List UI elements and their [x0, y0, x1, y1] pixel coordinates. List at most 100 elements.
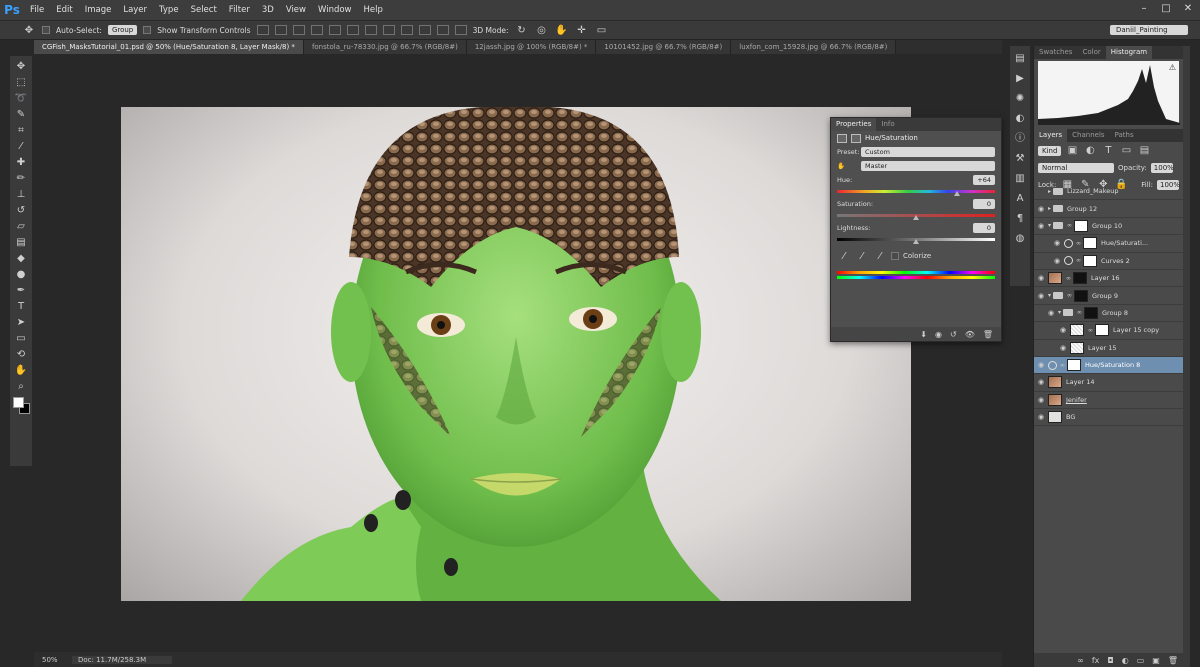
align-middle-icon[interactable]	[274, 25, 287, 35]
layer-row[interactable]: ◉ ∞ Layer 15 copy	[1034, 322, 1184, 340]
gradient-tool-icon[interactable]: ▤	[14, 236, 28, 249]
mask-thumbnail[interactable]	[1074, 289, 1089, 302]
layer-thumbnail[interactable]	[1070, 324, 1084, 337]
eye-icon[interactable]: ◉	[1034, 361, 1048, 369]
auto-select-checkbox[interactable]	[42, 26, 50, 34]
layer-thumbnail[interactable]	[1070, 341, 1084, 354]
filter-smart-icon[interactable]: ▤	[1137, 144, 1151, 157]
clone-stamp-tool-icon[interactable]: ⊥	[14, 188, 28, 201]
doc-size[interactable]: Doc: 11.7M/258.3M	[72, 655, 172, 664]
eye-icon[interactable]: ◉	[1034, 274, 1048, 282]
menu-type[interactable]: Type	[153, 5, 185, 15]
workspace-switcher[interactable]: Daniil_Painting	[1110, 25, 1188, 35]
document-canvas[interactable]	[121, 107, 911, 601]
menu-view[interactable]: View	[280, 5, 312, 15]
adjustments-panel-icon[interactable]: ◐	[1013, 112, 1027, 125]
layer-row[interactable]: ◉ ▾ ∞ Group 8	[1034, 305, 1184, 323]
eyedropper-add-icon[interactable]: ⁄	[855, 250, 869, 263]
panel-scrollbar[interactable]	[1183, 46, 1190, 667]
auto-align-icon[interactable]	[454, 25, 467, 35]
distribute-top-icon[interactable]	[364, 25, 377, 35]
filter-shape-icon[interactable]: ▭	[1119, 144, 1133, 157]
clip-to-layer-icon[interactable]: ⬇	[920, 330, 927, 339]
tab-document[interactable]: 12jassh.jpg @ 100% (RGB/8#) *	[466, 40, 597, 54]
marquee-tool-icon[interactable]: ⬚	[14, 76, 28, 89]
expand-arrow-icon[interactable]: ▸	[1048, 188, 1051, 195]
mask-thumbnail[interactable]	[1095, 324, 1109, 337]
tab-swatches[interactable]: Swatches	[1034, 46, 1077, 59]
actions-panel-icon[interactable]: ▶	[1013, 72, 1027, 85]
zoom-tool-icon[interactable]: ⌕	[14, 380, 28, 393]
3d-rotate-icon[interactable]: ↻	[515, 24, 529, 37]
align-left-icon[interactable]	[310, 25, 323, 35]
brush-presets-icon[interactable]: ✺	[1013, 92, 1027, 105]
paragraph-panel-icon[interactable]: ¶	[1013, 212, 1027, 225]
menu-file[interactable]: File	[24, 5, 50, 15]
eye-icon[interactable]: ◉	[1050, 257, 1064, 265]
mask-thumbnail[interactable]	[1073, 272, 1087, 285]
3d-roll-icon[interactable]: ◎	[535, 24, 549, 37]
expand-arrow-icon[interactable]: ▾	[1058, 309, 1061, 316]
layer-row[interactable]: ▸ Lizzard_Makeup	[1034, 183, 1184, 201]
hue-slider-thumb[interactable]	[954, 191, 961, 196]
history-panel-icon[interactable]: ▤	[1013, 52, 1027, 65]
lightness-value-input[interactable]: 0	[973, 223, 995, 233]
hand-tool-icon[interactable]: ✋	[14, 364, 28, 377]
clone-source-icon[interactable]: ▥	[1013, 172, 1027, 185]
mask-thumbnail[interactable]	[1083, 254, 1097, 267]
minimize-button[interactable]: –	[1136, 2, 1152, 16]
eyedropper-tool-icon[interactable]: ⁄	[14, 140, 28, 153]
saturation-value-input[interactable]: 0	[973, 199, 995, 209]
type-tool-icon[interactable]: T	[14, 300, 28, 313]
layer-kind-filter[interactable]: Kind	[1038, 145, 1062, 156]
colorize-checkbox[interactable]	[891, 252, 899, 260]
distribute-bottom-icon[interactable]	[400, 25, 413, 35]
distribute-middle-icon[interactable]	[382, 25, 395, 35]
pen-tool-icon[interactable]: ✒	[14, 284, 28, 297]
layer-row[interactable]: ◉ ▾ ∞ Group 10	[1034, 218, 1184, 236]
eye-icon[interactable]: ◉	[1034, 205, 1048, 213]
tab-layers[interactable]: Layers	[1034, 129, 1068, 142]
align-right-icon[interactable]	[346, 25, 359, 35]
menu-select[interactable]: Select	[185, 5, 223, 15]
tab-channels[interactable]: Channels	[1067, 129, 1109, 142]
tab-document[interactable]: fonstola_ru-78330.jpg @ 66.7% (RGB/8#)	[303, 40, 467, 54]
show-transform-checkbox[interactable]	[143, 26, 152, 34]
tab-document[interactable]: 10101452.jpg @ 66.7% (RGB/8#)	[596, 40, 732, 54]
menu-3d[interactable]: 3D	[256, 5, 280, 15]
distribute-left-icon[interactable]	[418, 25, 431, 35]
delete-layer-icon[interactable]: 🗑	[1168, 656, 1178, 665]
warning-icon[interactable]: ⚠	[1169, 63, 1176, 72]
lightness-slider[interactable]	[837, 235, 995, 245]
layer-style-icon[interactable]: fx	[1092, 656, 1100, 665]
link-layers-icon[interactable]: ∞	[1077, 656, 1084, 665]
3d-tool-icon[interactable]: ⟲	[14, 348, 28, 361]
mask-thumbnail[interactable]	[1083, 237, 1097, 250]
layer-row[interactable]: ◉ BG	[1034, 409, 1184, 427]
layer-row[interactable]: ◉ ∞ Curves 2	[1034, 253, 1184, 270]
mask-thumbnail[interactable]	[1074, 219, 1089, 232]
eye-icon[interactable]: ◉	[1034, 413, 1048, 421]
layer-row[interactable]: ◉ ∞ Layer 16	[1034, 270, 1184, 288]
expand-arrow-icon[interactable]: ▾	[1048, 292, 1051, 299]
mask-icon[interactable]	[851, 133, 861, 143]
layer-thumbnail[interactable]	[1048, 393, 1062, 406]
preset-dropdown[interactable]: Custom	[861, 147, 995, 157]
eye-icon[interactable]: ◉	[1034, 378, 1048, 386]
channel-dropdown[interactable]: Master	[861, 161, 995, 171]
crop-tool-icon[interactable]: ⌗	[14, 124, 28, 137]
expand-arrow-icon[interactable]: ▸	[1048, 205, 1051, 212]
trash-icon[interactable]: 🗑	[983, 330, 993, 339]
layer-thumbnail[interactable]	[1048, 376, 1062, 389]
layer-thumbnail[interactable]	[1048, 411, 1062, 424]
foreground-color-swatch[interactable]	[13, 397, 24, 408]
styles-panel-icon[interactable]: ◍	[1013, 232, 1027, 245]
hue-slider[interactable]	[837, 187, 995, 197]
quick-select-tool-icon[interactable]: ✎	[14, 108, 28, 121]
expand-arrow-icon[interactable]: ▾	[1048, 222, 1051, 229]
tab-color[interactable]: Color	[1077, 46, 1105, 59]
path-select-tool-icon[interactable]: ➤	[14, 316, 28, 329]
layer-row[interactable]: ◉ Layer 15	[1034, 340, 1184, 357]
saturation-slider-thumb[interactable]	[913, 215, 919, 220]
opacity-input[interactable]: 100%	[1150, 162, 1174, 173]
